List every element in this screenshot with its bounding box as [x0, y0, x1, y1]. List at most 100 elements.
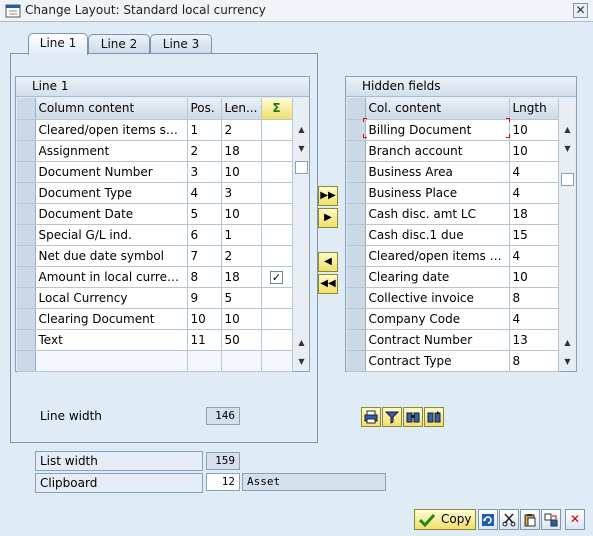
cell-pos[interactable]: 9	[187, 287, 222, 309]
table-row[interactable]: Net due date symbol 7 2	[17, 245, 293, 267]
cell-sum[interactable]	[261, 329, 293, 351]
cell-content[interactable]: Document Number	[35, 161, 188, 183]
hidden-scrollbar[interactable]: ▲ ▼ ▲ ▼	[558, 98, 575, 371]
cell-content[interactable]: Document Date	[35, 203, 188, 225]
col-header-length[interactable]: Lngth	[509, 98, 559, 120]
table-row[interactable]: Document Number 3 10	[17, 161, 293, 183]
table-row[interactable]: Cleared/open items symbol 1 2	[17, 119, 293, 141]
cell-length[interactable]: 10	[509, 140, 559, 162]
table-row[interactable]: Document Date 5 10	[17, 203, 293, 225]
table-row[interactable]: Text 11 50	[17, 329, 293, 351]
scroll-down-icon[interactable]: ▼	[561, 142, 574, 155]
cell-sum[interactable]: ✓	[261, 266, 293, 288]
cell-content[interactable]: Amount in local currency	[35, 266, 188, 288]
tab-line-2[interactable]: Line 2	[88, 34, 150, 54]
col-header-len[interactable]: Len...	[221, 98, 262, 120]
tab-line-1[interactable]: Line 1	[28, 33, 88, 55]
cell-length[interactable]: 4	[509, 308, 559, 330]
cell-length[interactable]: 4	[509, 245, 559, 267]
row-selector[interactable]	[347, 308, 366, 330]
cell-length[interactable]: 4	[509, 161, 559, 183]
cell-length[interactable]: 15	[509, 224, 559, 246]
row-selector[interactable]	[17, 140, 36, 162]
cell-len[interactable]	[221, 350, 262, 372]
cell-content[interactable]: Special G/L ind.	[35, 224, 188, 246]
cancel-icon[interactable]: ✕	[565, 509, 585, 530]
cell-content[interactable]: Company Code	[365, 308, 510, 330]
cell-content[interactable]: Contract Number	[365, 329, 510, 351]
sum-checkbox[interactable]: ✓	[270, 270, 283, 284]
cell-content[interactable]: Cash disc. amt LC	[365, 203, 510, 225]
cell-content[interactable]: Clearing date	[365, 266, 510, 288]
cell-len[interactable]: 18	[221, 140, 262, 162]
row-selector[interactable]	[17, 245, 36, 267]
table-row[interactable]: Cash disc. amt LC 18	[347, 203, 559, 225]
row-selector[interactable]	[347, 140, 366, 162]
cell-sum[interactable]	[261, 119, 293, 141]
row-selector[interactable]	[347, 182, 366, 204]
table-row[interactable]: Special G/L ind. 6 1	[17, 224, 293, 246]
cell-sum[interactable]	[261, 224, 293, 246]
filter-icon[interactable]	[382, 407, 402, 427]
cell-content[interactable]: Net due date symbol	[35, 245, 188, 267]
row-selector[interactable]	[17, 266, 36, 288]
row-selector[interactable]	[17, 203, 36, 225]
tab-line-3[interactable]: Line 3	[150, 34, 212, 54]
table-row[interactable]: Branch account 10	[347, 140, 559, 162]
cell-content[interactable]: Billing Document	[365, 119, 510, 141]
paste-icon[interactable]	[520, 509, 540, 530]
table-row[interactable]: Clearing Document 10 10	[17, 308, 293, 330]
cell-len[interactable]: 5	[221, 287, 262, 309]
table-row[interactable]: Contract Number 13	[347, 329, 559, 351]
cell-sum[interactable]	[261, 182, 293, 204]
cell-pos[interactable]: 3	[187, 161, 222, 183]
close-icon[interactable]: ✕	[573, 3, 588, 18]
scroll-down-icon[interactable]: ▼	[295, 355, 308, 368]
find-next-icon[interactable]	[424, 407, 444, 427]
col-header-content[interactable]: Col. content	[365, 98, 510, 120]
table-row[interactable]: Assignment 2 18	[17, 140, 293, 162]
cell-content[interactable]: Local Currency	[35, 287, 188, 309]
cell-content[interactable]: Clearing Document	[35, 308, 188, 330]
col-header-pos[interactable]: Pos.	[187, 98, 222, 120]
table-row[interactable]: Amount in local currency 8 18 ✓	[17, 266, 293, 288]
cell-content[interactable]: Cleared/open items symbol	[35, 119, 188, 141]
cell-len[interactable]: 1	[221, 224, 262, 246]
cell-content[interactable]: Collective invoice	[365, 287, 510, 309]
table-row[interactable]: Company Code 4	[347, 308, 559, 330]
cell-len[interactable]: 3	[221, 182, 262, 204]
cell-len[interactable]: 10	[221, 203, 262, 225]
scroll-up-icon[interactable]: ▲	[295, 336, 308, 349]
remove-button[interactable]: ◀	[318, 252, 338, 272]
row-selector[interactable]	[17, 350, 36, 372]
table-row[interactable]: Collective invoice 8	[347, 287, 559, 309]
add-all-button[interactable]: ▶▶	[318, 186, 338, 206]
cell-sum[interactable]	[261, 203, 293, 225]
cell-len[interactable]: 50	[221, 329, 262, 351]
cell-pos[interactable]: 2	[187, 140, 222, 162]
row-selector[interactable]	[17, 287, 36, 309]
row-selector[interactable]	[17, 224, 36, 246]
cell-len[interactable]: 18	[221, 266, 262, 288]
table-row[interactable]: Cash disc.1 due 15	[347, 224, 559, 246]
cell-len[interactable]: 2	[221, 119, 262, 141]
row-selector[interactable]	[347, 329, 366, 351]
cell-content[interactable]: Text	[35, 329, 188, 351]
row-selector[interactable]	[347, 350, 366, 372]
scroll-down-icon[interactable]: ▼	[295, 142, 308, 155]
cell-length[interactable]: 13	[509, 329, 559, 351]
cell-length[interactable]: 18	[509, 203, 559, 225]
cell-sum[interactable]	[261, 350, 293, 372]
cell-content[interactable]: Business Place	[365, 182, 510, 204]
row-selector[interactable]	[17, 329, 36, 351]
cell-pos[interactable]: 7	[187, 245, 222, 267]
cell-length[interactable]: 8	[509, 287, 559, 309]
cell-content[interactable]: Contract Type	[365, 350, 510, 372]
refresh-icon[interactable]	[478, 509, 498, 530]
cut-icon[interactable]	[499, 509, 519, 530]
cell-len[interactable]: 10	[221, 161, 262, 183]
cell-pos[interactable]: 1	[187, 119, 222, 141]
cell-content[interactable]	[35, 350, 188, 372]
table-row[interactable]: Business Place 4	[347, 182, 559, 204]
row-selector[interactable]	[347, 203, 366, 225]
